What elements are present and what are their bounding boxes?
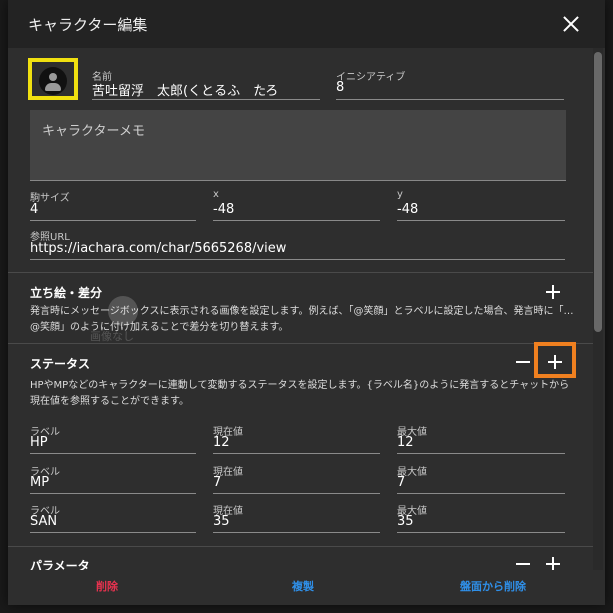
y-field[interactable]: -48 [397, 202, 557, 217]
status-current-field[interactable]: 35 [213, 514, 373, 529]
y-field-underline [397, 220, 565, 221]
scrollbar-thumb[interactable] [594, 52, 602, 332]
character-edit-dialog: キャラクター編集 名前 苦吐留浮 太郎(くとるふ たろ イニシアティブ 8 キャ… [8, 0, 605, 605]
add-status-plus-icon[interactable] [547, 354, 563, 370]
dialog-title: キャラクター編集 [28, 16, 148, 34]
initiative-field-underline [336, 99, 564, 100]
name-field[interactable]: 苦吐留浮 太郎(くとるふ たろ [92, 80, 322, 99]
section-divider [8, 272, 593, 273]
add-portrait-plus-icon[interactable] [545, 284, 561, 300]
add-param-plus-icon[interactable] [545, 556, 561, 570]
field-underline [397, 493, 565, 494]
y-label: y [397, 189, 403, 200]
memo-placeholder: キャラクターメモ [42, 124, 145, 139]
field-underline [213, 493, 380, 494]
person-icon-body [45, 83, 61, 91]
avatar-highlight [28, 58, 78, 100]
status-max-field[interactable]: 7 [397, 475, 557, 490]
dialog-content[interactable]: 名前 苦吐留浮 太郎(くとるふ たろ イニシアティブ 8 キャラクターメモ 駒サ… [8, 48, 593, 570]
field-underline [397, 453, 565, 454]
remove-status-minus-icon[interactable] [515, 354, 531, 370]
field-underline [30, 453, 196, 454]
status-label-field[interactable]: MP [30, 475, 190, 490]
empty-portrait-placeholder: 画像なし [90, 296, 150, 346]
field-underline [213, 453, 380, 454]
url-field-underline [30, 259, 565, 260]
close-icon[interactable] [559, 12, 583, 36]
initiative-field[interactable]: 8 [336, 80, 564, 95]
remove-from-board-button[interactable]: 盤面から削除 [460, 578, 526, 594]
status-description: HPやMPなどのキャラクターに連動して変動するステータスを設定します。{ラベル名… [30, 380, 570, 407]
status-max-field[interactable]: 35 [397, 514, 557, 529]
params-section-title: パラメータ [30, 559, 90, 570]
size-field-underline [30, 220, 196, 221]
empty-portrait-icon [108, 296, 138, 326]
status-label-field[interactable]: SAN [30, 514, 190, 529]
field-underline [30, 493, 196, 494]
section-divider [8, 546, 593, 547]
field-underline [397, 532, 565, 533]
x-field-underline [213, 220, 380, 221]
x-field[interactable]: -48 [213, 202, 373, 217]
status-max-field[interactable]: 12 [397, 435, 557, 450]
dialog-footer: 削除 複製 盤面から削除 [8, 570, 605, 605]
status-current-field[interactable]: 12 [213, 435, 373, 450]
duplicate-button[interactable]: 複製 [292, 578, 314, 594]
field-underline [30, 532, 196, 533]
x-label: x [213, 189, 219, 200]
field-underline [213, 532, 380, 533]
remove-param-minus-icon[interactable] [515, 556, 531, 570]
memo-textarea[interactable]: キャラクターメモ [30, 110, 566, 181]
content-scrollbar[interactable] [593, 48, 603, 570]
avatar-button[interactable] [39, 67, 67, 95]
name-field-underline [92, 99, 320, 100]
size-field[interactable]: 4 [30, 202, 190, 217]
status-label-field[interactable]: HP [30, 435, 190, 450]
empty-portrait-text: 画像なし [90, 330, 134, 343]
delete-button[interactable]: 削除 [96, 578, 118, 594]
section-divider [8, 343, 593, 344]
dialog-titlebar: キャラクター編集 [8, 0, 605, 48]
status-section-title: ステータス [30, 357, 91, 371]
person-icon-head [49, 73, 57, 81]
url-field[interactable]: https://iachara.com/char/5665268/view [30, 241, 560, 256]
status-current-field[interactable]: 7 [213, 475, 373, 490]
